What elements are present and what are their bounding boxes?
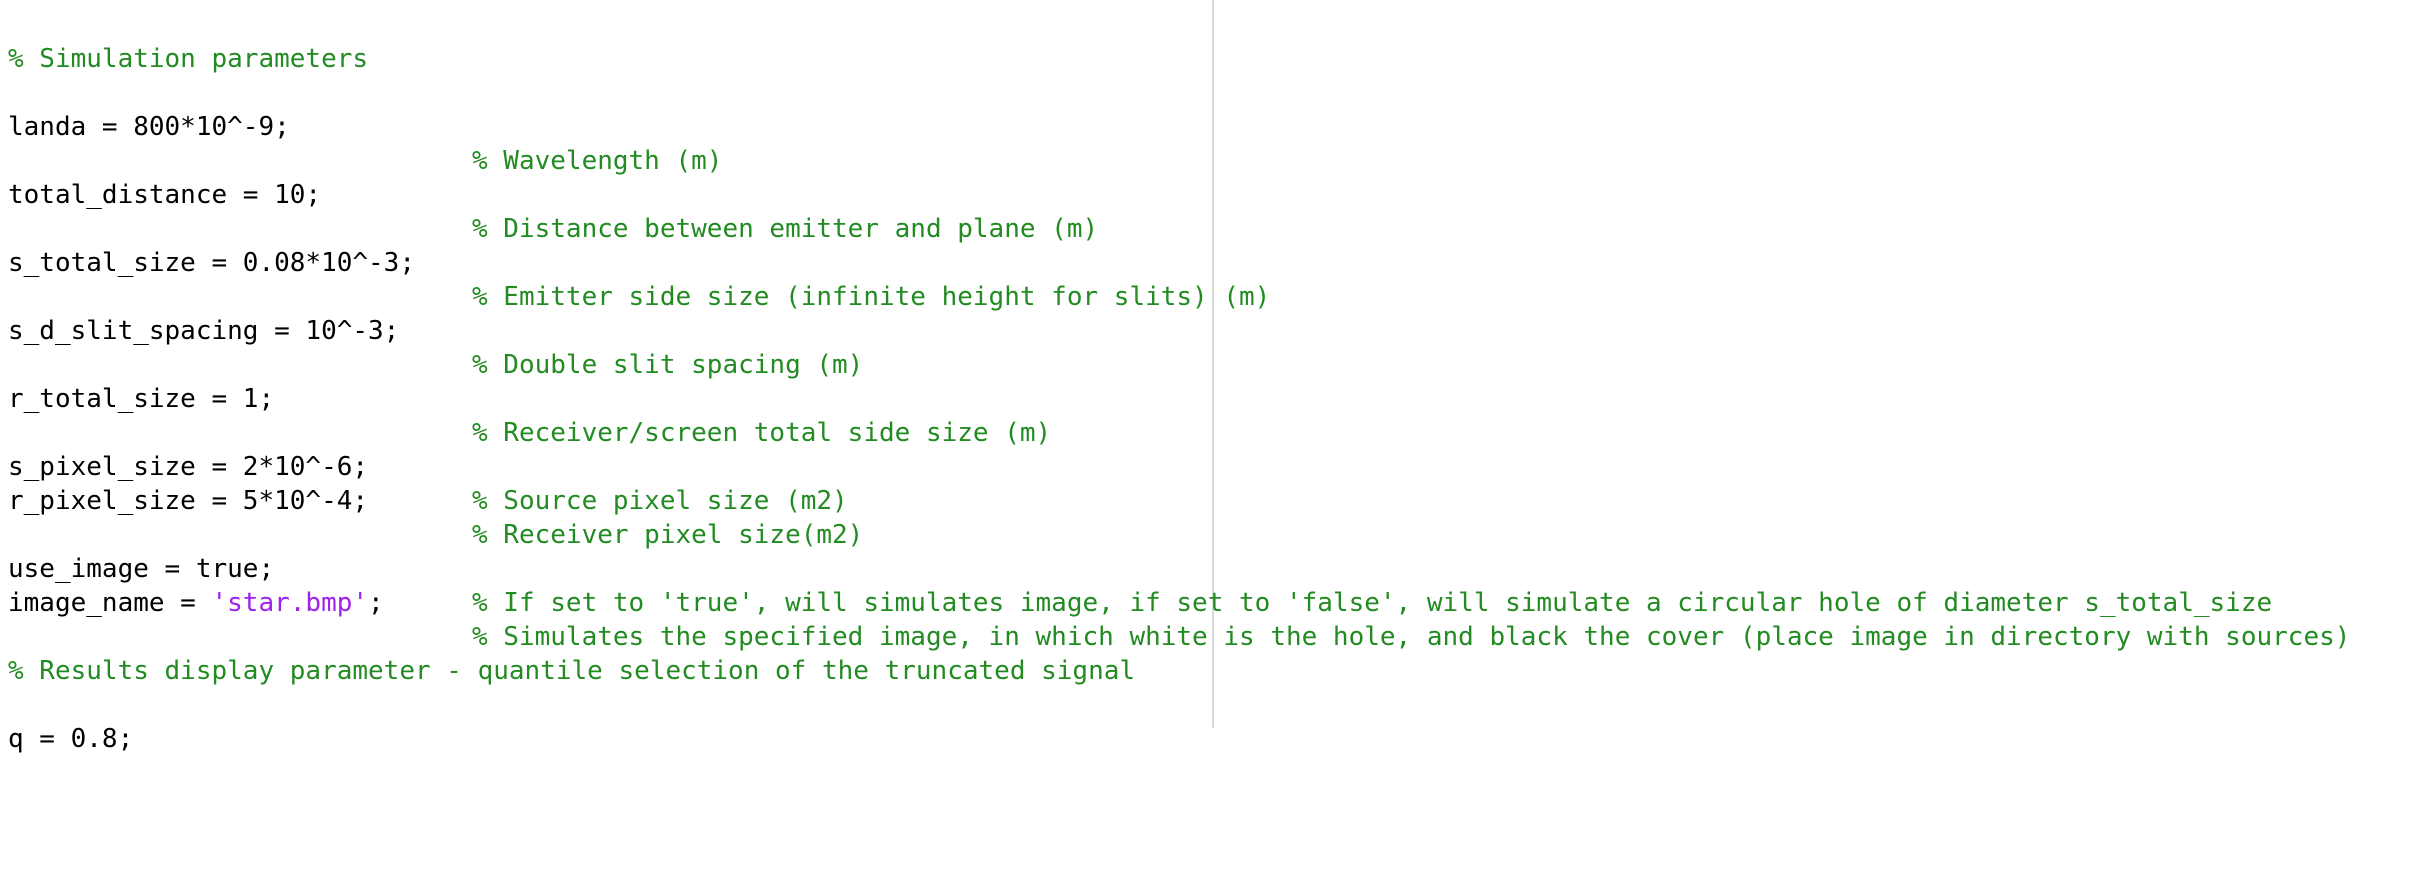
string-literal: 'star.bmp' (211, 588, 369, 618)
inline-comment: % If set to 'true', will simulates image… (472, 588, 2273, 618)
inline-comment: % Receiver/screen total side size (m) (472, 418, 1052, 448)
inline-comment: % Source pixel size (m2) (472, 486, 848, 516)
inline-comment: % Simulates the specified image, in whic… (472, 622, 2351, 652)
code-line-11[interactable]: r_total_size = 1; % Receiver/screen tota… (8, 348, 1051, 448)
code-line-21[interactable]: q = 0.8; (8, 688, 133, 754)
statement-prefix: image_name = (8, 588, 212, 618)
statement: r_total_size = 1; (8, 384, 275, 414)
code-editor[interactable]: % Simulation parameters landa = 800*10^-… (0, 0, 2412, 754)
code-line-13[interactable]: s_pixel_size = 2*10^-6; % Source pixel s… (8, 416, 848, 516)
statement: q = 0.8; (8, 724, 134, 754)
code-line-19[interactable]: % Results display parameter - quantile s… (8, 620, 1135, 686)
inline-comment: % Double slit spacing (m) (472, 350, 864, 380)
statement: total_distance = 10; (8, 180, 322, 210)
section-comment: % Simulation parameters (8, 44, 369, 74)
statement: s_total_size = 0.08*10^-3; (8, 248, 415, 278)
statement: s_d_slit_spacing = 10^-3; (8, 316, 400, 346)
section-comment: % Results display parameter - quantile s… (8, 656, 1136, 686)
code-line-3[interactable]: landa = 800*10^-9; % Wavelength (m) (8, 76, 722, 176)
inline-comment: % Emitter side size (infinite height for… (472, 282, 1271, 312)
code-line-17[interactable]: image_name = 'star.bmp'; % Simulates the… (8, 552, 2350, 652)
code-line-7[interactable]: s_total_size = 0.08*10^-3; % Emitter sid… (8, 212, 1270, 312)
code-line-9[interactable]: s_d_slit_spacing = 10^-3; % Double slit … (8, 280, 863, 380)
code-line-1[interactable]: % Simulation parameters (8, 8, 368, 74)
statement-suffix: ; (368, 588, 384, 618)
inline-comment: % Wavelength (m) (472, 146, 723, 176)
statement: r_pixel_size = 5*10^-4; (8, 486, 369, 516)
inline-comment: % Distance between emitter and plane (m) (472, 214, 1099, 244)
code-line-5[interactable]: total_distance = 10; % Distance between … (8, 144, 1098, 244)
statement: image_name = 'star.bmp'; (8, 586, 384, 620)
code-line-14[interactable]: r_pixel_size = 5*10^-4; % Receiver pixel… (8, 450, 863, 550)
statement: landa = 800*10^-9; (8, 112, 290, 142)
code-line-16[interactable]: use_image = true; % If set to 'true', wi… (8, 518, 2272, 618)
inline-comment: % Receiver pixel size(m2) (472, 520, 864, 550)
